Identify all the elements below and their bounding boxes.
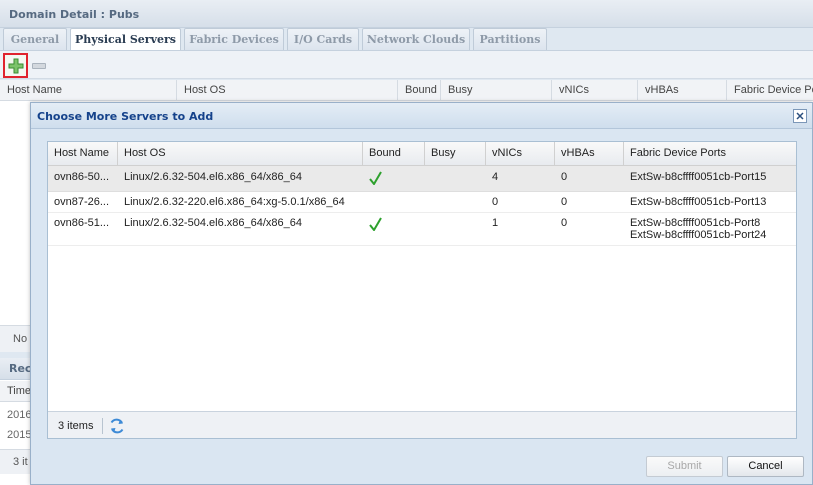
bg-col-host-name[interactable]: Host Name xyxy=(0,80,177,101)
dialog-header: Choose More Servers to Add xyxy=(31,103,812,129)
table-row[interactable]: ovn86-51... Linux/2.6.32-504.el6.x86_64/… xyxy=(48,213,796,246)
cell-host-name: ovn86-50... xyxy=(54,171,110,183)
list-item: 2016 xyxy=(7,409,32,421)
col-vnics[interactable]: vNICs xyxy=(486,142,555,166)
cell-vnics: 0 xyxy=(492,196,499,208)
bg-col-vhbas[interactable]: vHBAs xyxy=(638,80,727,101)
cell-host-os: Linux/2.6.32-504.el6.x86_64/x86_64 xyxy=(124,217,302,229)
cell-host-os: Linux/2.6.32-504.el6.x86_64/x86_64 xyxy=(124,171,302,183)
tab-network-clouds[interactable]: Network Clouds xyxy=(362,28,470,50)
refresh-button[interactable] xyxy=(108,417,126,435)
list-item: 2015 xyxy=(7,429,32,441)
close-dialog-button[interactable] xyxy=(793,109,807,123)
bg-col-vnics[interactable]: vNICs xyxy=(552,80,638,101)
dialog-title: Choose More Servers to Add xyxy=(37,110,214,123)
cell-fabric-device-port: ExtSw-b8cffff0051cb-Port13 xyxy=(630,196,767,208)
footer-divider xyxy=(102,418,103,434)
grid-footer: 3 items xyxy=(48,411,796,438)
bg-col-host-os[interactable]: Host OS xyxy=(177,80,398,101)
table-row[interactable]: ovn87-26... Linux/2.6.32-220.el6.x86_64:… xyxy=(48,192,796,213)
toolbar xyxy=(0,50,813,79)
panel-header: Domain Detail : Pubs xyxy=(0,0,813,28)
cell-fabric-device-port: ExtSw-b8cffff0051cb-Port15 xyxy=(630,171,767,183)
col-bound[interactable]: Bound xyxy=(363,142,425,166)
submit-button[interactable]: Submit xyxy=(646,456,723,477)
tab-physical-servers[interactable]: Physical Servers xyxy=(70,28,181,51)
close-icon xyxy=(796,112,804,120)
cell-fabric-device-port: ExtSw-b8cffff0051cb-Port8 xyxy=(630,217,761,229)
cell-host-name: ovn86-51... xyxy=(54,217,110,229)
refresh-icon xyxy=(110,418,124,434)
bg-col-busy[interactable]: Busy xyxy=(441,80,552,101)
col-host-name[interactable]: Host Name xyxy=(48,142,118,166)
col-vhbas[interactable]: vHBAs xyxy=(555,142,624,166)
remove-server-button[interactable] xyxy=(32,63,46,69)
cell-vhbas: 0 xyxy=(561,217,568,229)
cell-host-os: Linux/2.6.32-220.el6.x86_64:xg-5.0.1/x86… xyxy=(124,196,345,208)
tab-general[interactable]: General xyxy=(3,28,67,50)
bg-col-bound[interactable]: Bound xyxy=(398,80,441,101)
col-fabric-device-ports[interactable]: Fabric Device Ports xyxy=(624,142,796,166)
tab-partitions[interactable]: Partitions xyxy=(473,28,547,50)
cell-vhbas: 0 xyxy=(561,196,568,208)
col-host-os[interactable]: Host OS xyxy=(118,142,363,166)
cell-vnics: 1 xyxy=(492,217,499,229)
plus-icon xyxy=(8,58,23,73)
table-row[interactable]: ovn86-50... Linux/2.6.32-504.el6.x86_64/… xyxy=(48,166,796,192)
cell-fabric-device-port: ExtSw-b8cffff0051cb-Port24 xyxy=(630,229,767,241)
check-icon xyxy=(369,171,382,185)
grid-header: Host Name Host OS Bound Busy vNICs vHBAs… xyxy=(48,142,796,166)
add-server-button[interactable] xyxy=(3,53,28,78)
choose-servers-dialog: Choose More Servers to Add Host Name Hos… xyxy=(30,102,813,485)
check-icon xyxy=(369,217,382,231)
tab-bar: General Physical Servers Fabric Devices … xyxy=(3,28,813,51)
cell-vhbas: 0 xyxy=(561,171,568,183)
cancel-button[interactable]: Cancel xyxy=(727,456,804,477)
col-busy[interactable]: Busy xyxy=(425,142,486,166)
cell-host-name: ovn87-26... xyxy=(54,196,110,208)
item-count: 3 items xyxy=(58,420,94,432)
tab-fabric-devices[interactable]: Fabric Devices xyxy=(184,28,284,50)
cell-vnics: 4 xyxy=(492,171,499,183)
background-grid-header: Host Name Host OS Bound Busy vNICs vHBAs… xyxy=(0,80,813,101)
tab-io-cards[interactable]: I/O Cards xyxy=(287,28,359,50)
panel-title: Domain Detail : Pubs xyxy=(9,8,140,21)
bg-col-fabric-device-ports[interactable]: Fabric Device Po xyxy=(727,80,813,101)
servers-grid: Host Name Host OS Bound Busy vNICs vHBAs… xyxy=(47,141,797,439)
